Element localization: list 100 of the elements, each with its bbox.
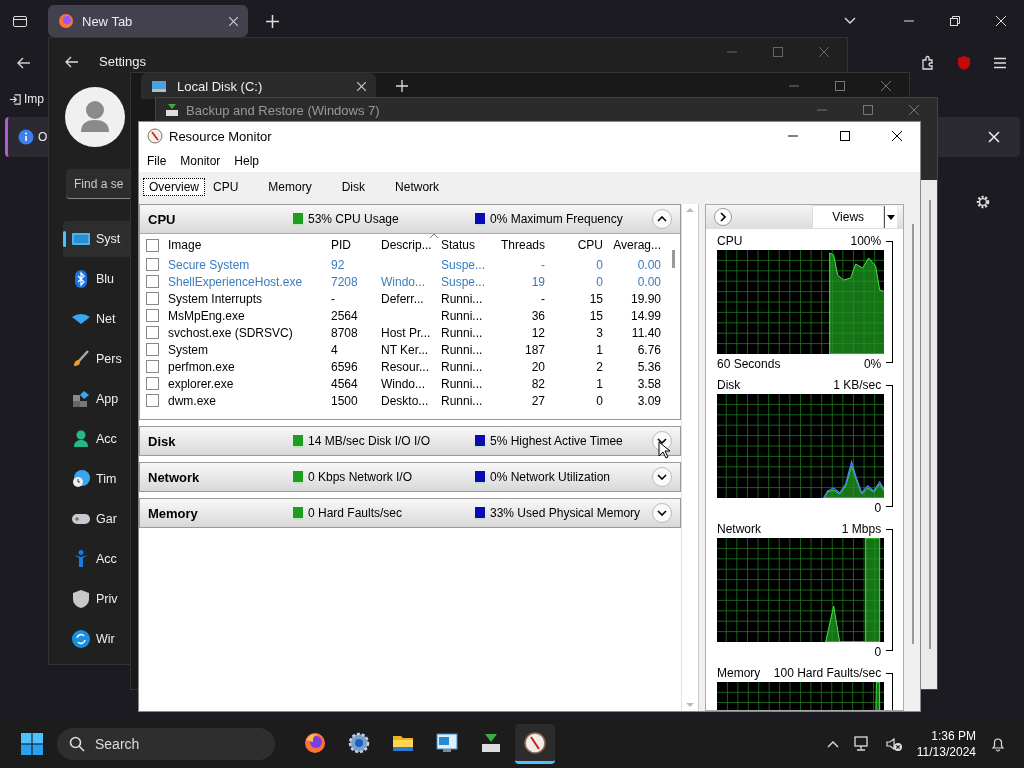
close-icon[interactable] [357, 81, 366, 91]
metric-text: 14 MB/sec Disk I/O I/O [308, 434, 431, 448]
browser-logo-icon [58, 13, 74, 29]
menu-item[interactable]: Monitor [180, 154, 221, 168]
table-cell-text: 12 [530, 325, 546, 340]
column-header[interactable]: CPU [548, 238, 606, 252]
table-cell-text: 15 [588, 308, 604, 323]
menu-icon[interactable] [992, 55, 1008, 71]
search-field[interactable]: Search [57, 728, 275, 760]
table-cell-text: 2564 [330, 308, 359, 323]
menu-item[interactable]: Help [234, 154, 260, 168]
section-header[interactable]: Memory 0 Hard Faults/sec 33% Used Physical Memory [140, 499, 680, 527]
tab[interactable]: CPU [207, 178, 245, 196]
checkbox[interactable] [146, 309, 159, 322]
nav-item[interactable]: App [63, 381, 130, 417]
checkbox[interactable] [146, 343, 159, 356]
search-field[interactable]: Find a se [66, 169, 130, 199]
checkbox[interactable] [146, 275, 159, 288]
table-cell-text: Suspe... [440, 257, 487, 272]
expand-icon[interactable] [652, 467, 672, 487]
table-cell-text: 6.76 [636, 342, 662, 357]
checkbox[interactable] [146, 377, 159, 390]
chevron-icon[interactable] [844, 17, 856, 25]
scrollbar-thumb[interactable] [912, 224, 915, 644]
expand-icon[interactable] [652, 503, 672, 523]
table-cell-text: 6596 [330, 359, 359, 374]
shield-icon[interactable] [956, 55, 972, 71]
nav-item[interactable]: Gar [63, 501, 130, 537]
volume-muted-icon[interactable] [884, 736, 903, 752]
nav-item[interactable]: Priv [63, 581, 130, 617]
metric-text: 0% Network Utilization [490, 470, 611, 484]
section-header[interactable]: Network 0 Kbps Network I/O 0% Network Utilization [140, 463, 680, 491]
explorer-tab[interactable]: Local Disk (C:) [141, 73, 376, 99]
checkbox[interactable] [146, 360, 159, 373]
drive-icon [151, 78, 167, 94]
back-icon[interactable] [65, 54, 79, 69]
info-icon [18, 129, 34, 145]
extension-icon[interactable] [920, 55, 936, 71]
network-icon[interactable] [852, 736, 871, 752]
column-header[interactable]: Descrip... [378, 238, 438, 252]
tab[interactable]: Memory [262, 178, 318, 196]
scale-label: 100 Hard Faults/sec [773, 665, 882, 680]
tab[interactable]: Disk [335, 178, 372, 196]
checkbox[interactable] [146, 238, 159, 252]
table-cell-text: 14.99 [629, 308, 662, 323]
nav-item[interactable]: Acc [63, 541, 130, 577]
checkbox[interactable] [146, 258, 159, 271]
nav-item[interactable]: Net [63, 301, 130, 337]
nav-item[interactable]: Acc [63, 421, 130, 457]
clock-date[interactable]: 11/13/2024 [916, 744, 976, 760]
start-icon[interactable] [21, 733, 43, 755]
window-title: Resource Monitor [169, 128, 272, 144]
column-header[interactable]: Status [438, 238, 494, 252]
new-tab-icon[interactable] [396, 80, 408, 92]
scrollbar-thumb[interactable] [672, 250, 675, 268]
close-icon[interactable] [229, 16, 238, 26]
table-cell-text: - [540, 257, 546, 272]
column-header[interactable]: Averag... [606, 238, 664, 252]
checkbox[interactable] [146, 394, 159, 407]
column-header[interactable]: PID [328, 238, 378, 252]
section-header[interactable]: Disk 14 MB/sec Disk I/O I/O 5% Highest Active Timee [140, 427, 680, 455]
tab-list-icon[interactable] [12, 13, 28, 29]
table-cell-text: 15 [588, 291, 604, 306]
chevron-icon[interactable] [826, 740, 839, 748]
metric-text: 0 Hard Faults/sec [308, 506, 403, 520]
checkbox[interactable] [146, 292, 159, 305]
tab[interactable]: Overview [143, 178, 205, 196]
notification-icon[interactable] [990, 736, 1006, 752]
search-icon [69, 736, 85, 752]
table-cell-text: Runni... [440, 325, 484, 340]
sort-icon [430, 234, 438, 238]
nav-item[interactable]: Wir [63, 621, 130, 657]
import-link[interactable]: Imp [24, 92, 44, 106]
gauge-icon[interactable] [515, 724, 555, 764]
tab[interactable]: Network [389, 178, 446, 196]
nav-item[interactable]: Tim [63, 461, 130, 497]
collapse-icon[interactable] [652, 209, 672, 229]
dropdown-icon[interactable] [884, 206, 898, 228]
table-cell-text: 3.58 [636, 376, 662, 391]
section-header[interactable]: CPU 53% CPU Usage 0% Maximum Frequency [140, 205, 680, 233]
column-header[interactable]: Image [165, 238, 328, 252]
table-cell-text: 4564 [330, 376, 359, 391]
column-header[interactable]: Threads [494, 238, 548, 252]
checkbox[interactable] [146, 326, 159, 339]
clock-time[interactable]: 1:36 PM [931, 728, 976, 744]
nav-item[interactable]: Syst [63, 221, 130, 257]
browser-tab[interactable]: New Tab [48, 5, 248, 37]
table-cell-text: 3.09 [636, 393, 662, 408]
expand-panel-icon[interactable] [714, 208, 732, 226]
new-tab-icon[interactable] [266, 14, 279, 28]
nav-item[interactable]: Pers [63, 341, 130, 377]
table-cell-text: 36 [530, 308, 546, 323]
table-cell-text: 4 [330, 342, 339, 357]
nav-item[interactable]: Blu [63, 261, 130, 297]
back-icon[interactable] [16, 55, 32, 71]
views-button[interactable]: Views [812, 205, 885, 229]
menu-item[interactable]: File [147, 154, 167, 168]
table-cell-text: 7208 [330, 274, 359, 289]
settings-icon[interactable] [975, 194, 991, 210]
scale-label: 0% [863, 356, 882, 371]
